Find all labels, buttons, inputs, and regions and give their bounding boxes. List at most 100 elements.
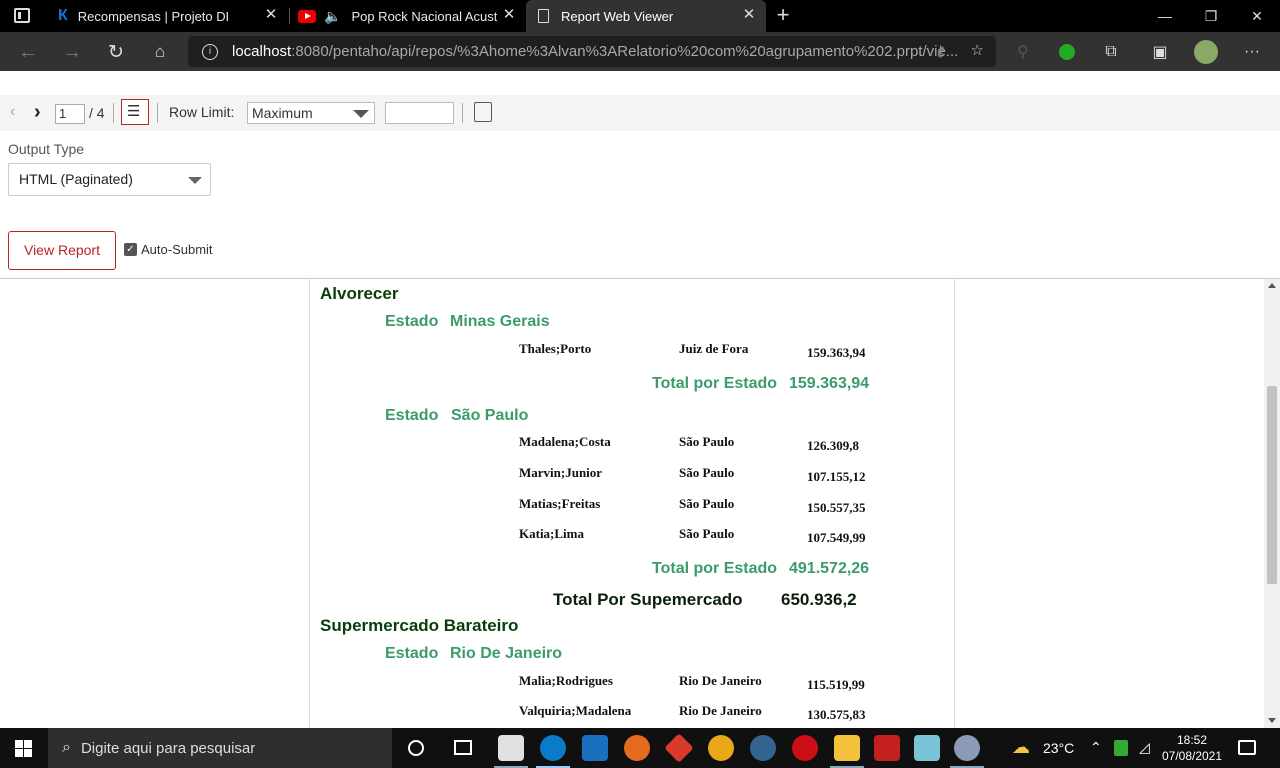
info-icon[interactable]: i	[202, 43, 218, 60]
youtube-icon	[298, 9, 316, 23]
scroll-down-icon[interactable]	[1268, 718, 1276, 723]
total-estado-label: Total por Estado	[652, 560, 778, 577]
tab-label: Report Web Viewer	[561, 8, 674, 24]
new-tab-button[interactable]: +	[772, 4, 794, 26]
auto-submit-label: Auto-Submit	[141, 242, 213, 257]
tray-chevron-up-icon[interactable]: ⌃	[1090, 739, 1102, 756]
scrollbar-thumb[interactable]	[1267, 386, 1277, 584]
row-limit-input[interactable]	[385, 102, 454, 124]
export-report-icon[interactable]	[474, 102, 492, 122]
firefox-icon[interactable]	[624, 735, 650, 761]
total-estado-value: 159.363,94	[789, 375, 870, 392]
close-icon[interactable]: ✕	[264, 7, 278, 22]
collections-icon[interactable]: ▣	[1144, 36, 1176, 68]
taskbar-clock[interactable]: 18:52 07/08/2021	[1160, 732, 1224, 764]
row-name: Madalena;Costa	[519, 434, 611, 449]
row-city: São Paulo	[679, 496, 735, 511]
row-value: 107.549,99	[807, 530, 866, 545]
cortana-icon[interactable]	[408, 740, 424, 756]
row-value: 159.363,94	[807, 345, 866, 360]
key-icon[interactable]: ⚷	[935, 42, 946, 60]
more-menu-icon[interactable]: ···	[1236, 36, 1268, 68]
refresh-button[interactable]: ↻	[100, 36, 132, 68]
row-name: Malia;Rodrigues	[519, 673, 613, 688]
address-bar[interactable]: i localhost:8080/pentaho/api/repos/%3Aho…	[188, 36, 996, 67]
estado-value: Minas Gerais	[450, 313, 550, 330]
green-extension-icon[interactable]	[1051, 36, 1083, 68]
row-value: 150.557,35	[807, 500, 866, 515]
mail-icon[interactable]	[582, 735, 608, 761]
vertical-scrollbar[interactable]	[1264, 279, 1280, 728]
search-placeholder: Digite aqui para pesquisar	[80, 739, 256, 757]
weather-temp[interactable]: 23°C	[1043, 740, 1074, 756]
report-viewer-toolbar: ‹ › 1 / 4 ☰ Row Limit: Maximum	[0, 95, 1280, 131]
task-view-icon[interactable]	[454, 740, 472, 755]
row-value: 115.519,99	[807, 677, 865, 692]
restore-button[interactable]: ❐	[1188, 0, 1234, 32]
taskbar-search[interactable]: ⌕ Digite aqui para pesquisar	[48, 728, 392, 768]
checkbox-checked-icon[interactable]: ✓	[124, 243, 137, 256]
output-type-select[interactable]: HTML (Paginated)	[8, 163, 211, 196]
pdf-reader-icon[interactable]	[874, 735, 900, 761]
browser-tab-bar: К Recompensas | Projeto DEV ✕ 🔈 Pop Rock…	[0, 0, 1280, 32]
row-city: Rio De Janeiro	[679, 673, 762, 688]
row-city: São Paulo	[679, 465, 735, 480]
edge-icon[interactable]	[540, 735, 566, 761]
favorite-star-icon[interactable]: ☆	[971, 41, 984, 59]
group-title: Alvorecer	[320, 284, 399, 303]
tab-recompensas[interactable]: К Recompensas | Projeto DEV ✕	[50, 0, 288, 32]
row-value: 126.309,8	[807, 438, 859, 453]
address-host: localhost	[232, 43, 292, 60]
file-explorer-icon[interactable]	[834, 735, 860, 761]
row-name: Matias;Freitas	[519, 496, 601, 511]
weather-icon[interactable]: ☁	[1012, 737, 1030, 758]
speaker-icon[interactable]: 🔈	[324, 8, 341, 25]
home-button[interactable]: ⌂	[144, 36, 176, 68]
extension-icon[interactable]: ⚲	[1007, 36, 1039, 68]
extensions-puzzle-icon[interactable]: ⧉	[1095, 36, 1127, 68]
scroll-up-icon[interactable]	[1268, 283, 1276, 288]
forward-button[interactable]: →	[56, 36, 88, 68]
prev-page-icon[interactable]: ‹	[10, 103, 15, 121]
close-icon[interactable]: ✕	[742, 7, 756, 22]
tab-pop-rock[interactable]: 🔈 Pop Rock Nacional Acustico ✕	[290, 0, 526, 32]
back-button[interactable]: ←	[12, 36, 44, 68]
estado-label: Estado	[385, 313, 439, 330]
row-name: Thales;Porto	[519, 341, 592, 356]
paint-icon[interactable]	[954, 735, 980, 761]
chevron-down-icon	[353, 110, 369, 118]
postgres-icon[interactable]	[750, 735, 776, 761]
estado-value: Rio De Janeiro	[450, 645, 563, 662]
view-report-button[interactable]: View Report	[8, 231, 116, 270]
chrome-icon[interactable]	[708, 735, 734, 761]
report-page: Alvorecer Estado Minas Gerais Thales;Por…	[309, 279, 955, 728]
page-total: / 4	[89, 105, 105, 121]
profile-avatar[interactable]	[1190, 36, 1222, 68]
java-icon[interactable]	[498, 735, 524, 761]
windows-taskbar: ⌕ Digite aqui para pesquisar ☁ 23°C ⌃ ◿ …	[0, 728, 1280, 768]
tab-actions-icon[interactable]	[14, 8, 30, 23]
next-page-icon[interactable]: ›	[34, 101, 41, 124]
list-view-button[interactable]: ☰	[121, 99, 149, 125]
close-window-button[interactable]: ✕	[1234, 0, 1280, 32]
notifications-icon[interactable]	[1238, 740, 1256, 755]
clock-time: 18:52	[1176, 733, 1208, 747]
auto-submit-toggle[interactable]: ✓ Auto-Submit	[124, 242, 213, 257]
tab-report-web-viewer[interactable]: Report Web Viewer ✕	[526, 0, 766, 32]
close-icon[interactable]: ✕	[502, 7, 516, 22]
opera-icon[interactable]	[792, 735, 818, 761]
row-value: 130.575,83	[807, 707, 866, 722]
report-area: Alvorecer Estado Minas Gerais Thales;Por…	[0, 278, 1280, 728]
windows-start-icon[interactable]	[15, 740, 32, 757]
list-icon: ☰	[127, 103, 141, 120]
minimize-button[interactable]: —	[1142, 0, 1188, 32]
row-limit-select[interactable]: Maximum	[247, 102, 375, 124]
git-icon[interactable]	[664, 733, 694, 763]
security-tray-icon[interactable]	[1114, 740, 1128, 756]
page-number-input[interactable]: 1	[55, 104, 85, 124]
output-type-value: HTML (Paginated)	[19, 171, 133, 187]
estado-value: São Paulo	[451, 407, 529, 424]
network-icon[interactable]: ◿	[1139, 739, 1150, 756]
notepad-icon[interactable]	[914, 735, 940, 761]
row-name: Marvin;Junior	[519, 465, 603, 480]
